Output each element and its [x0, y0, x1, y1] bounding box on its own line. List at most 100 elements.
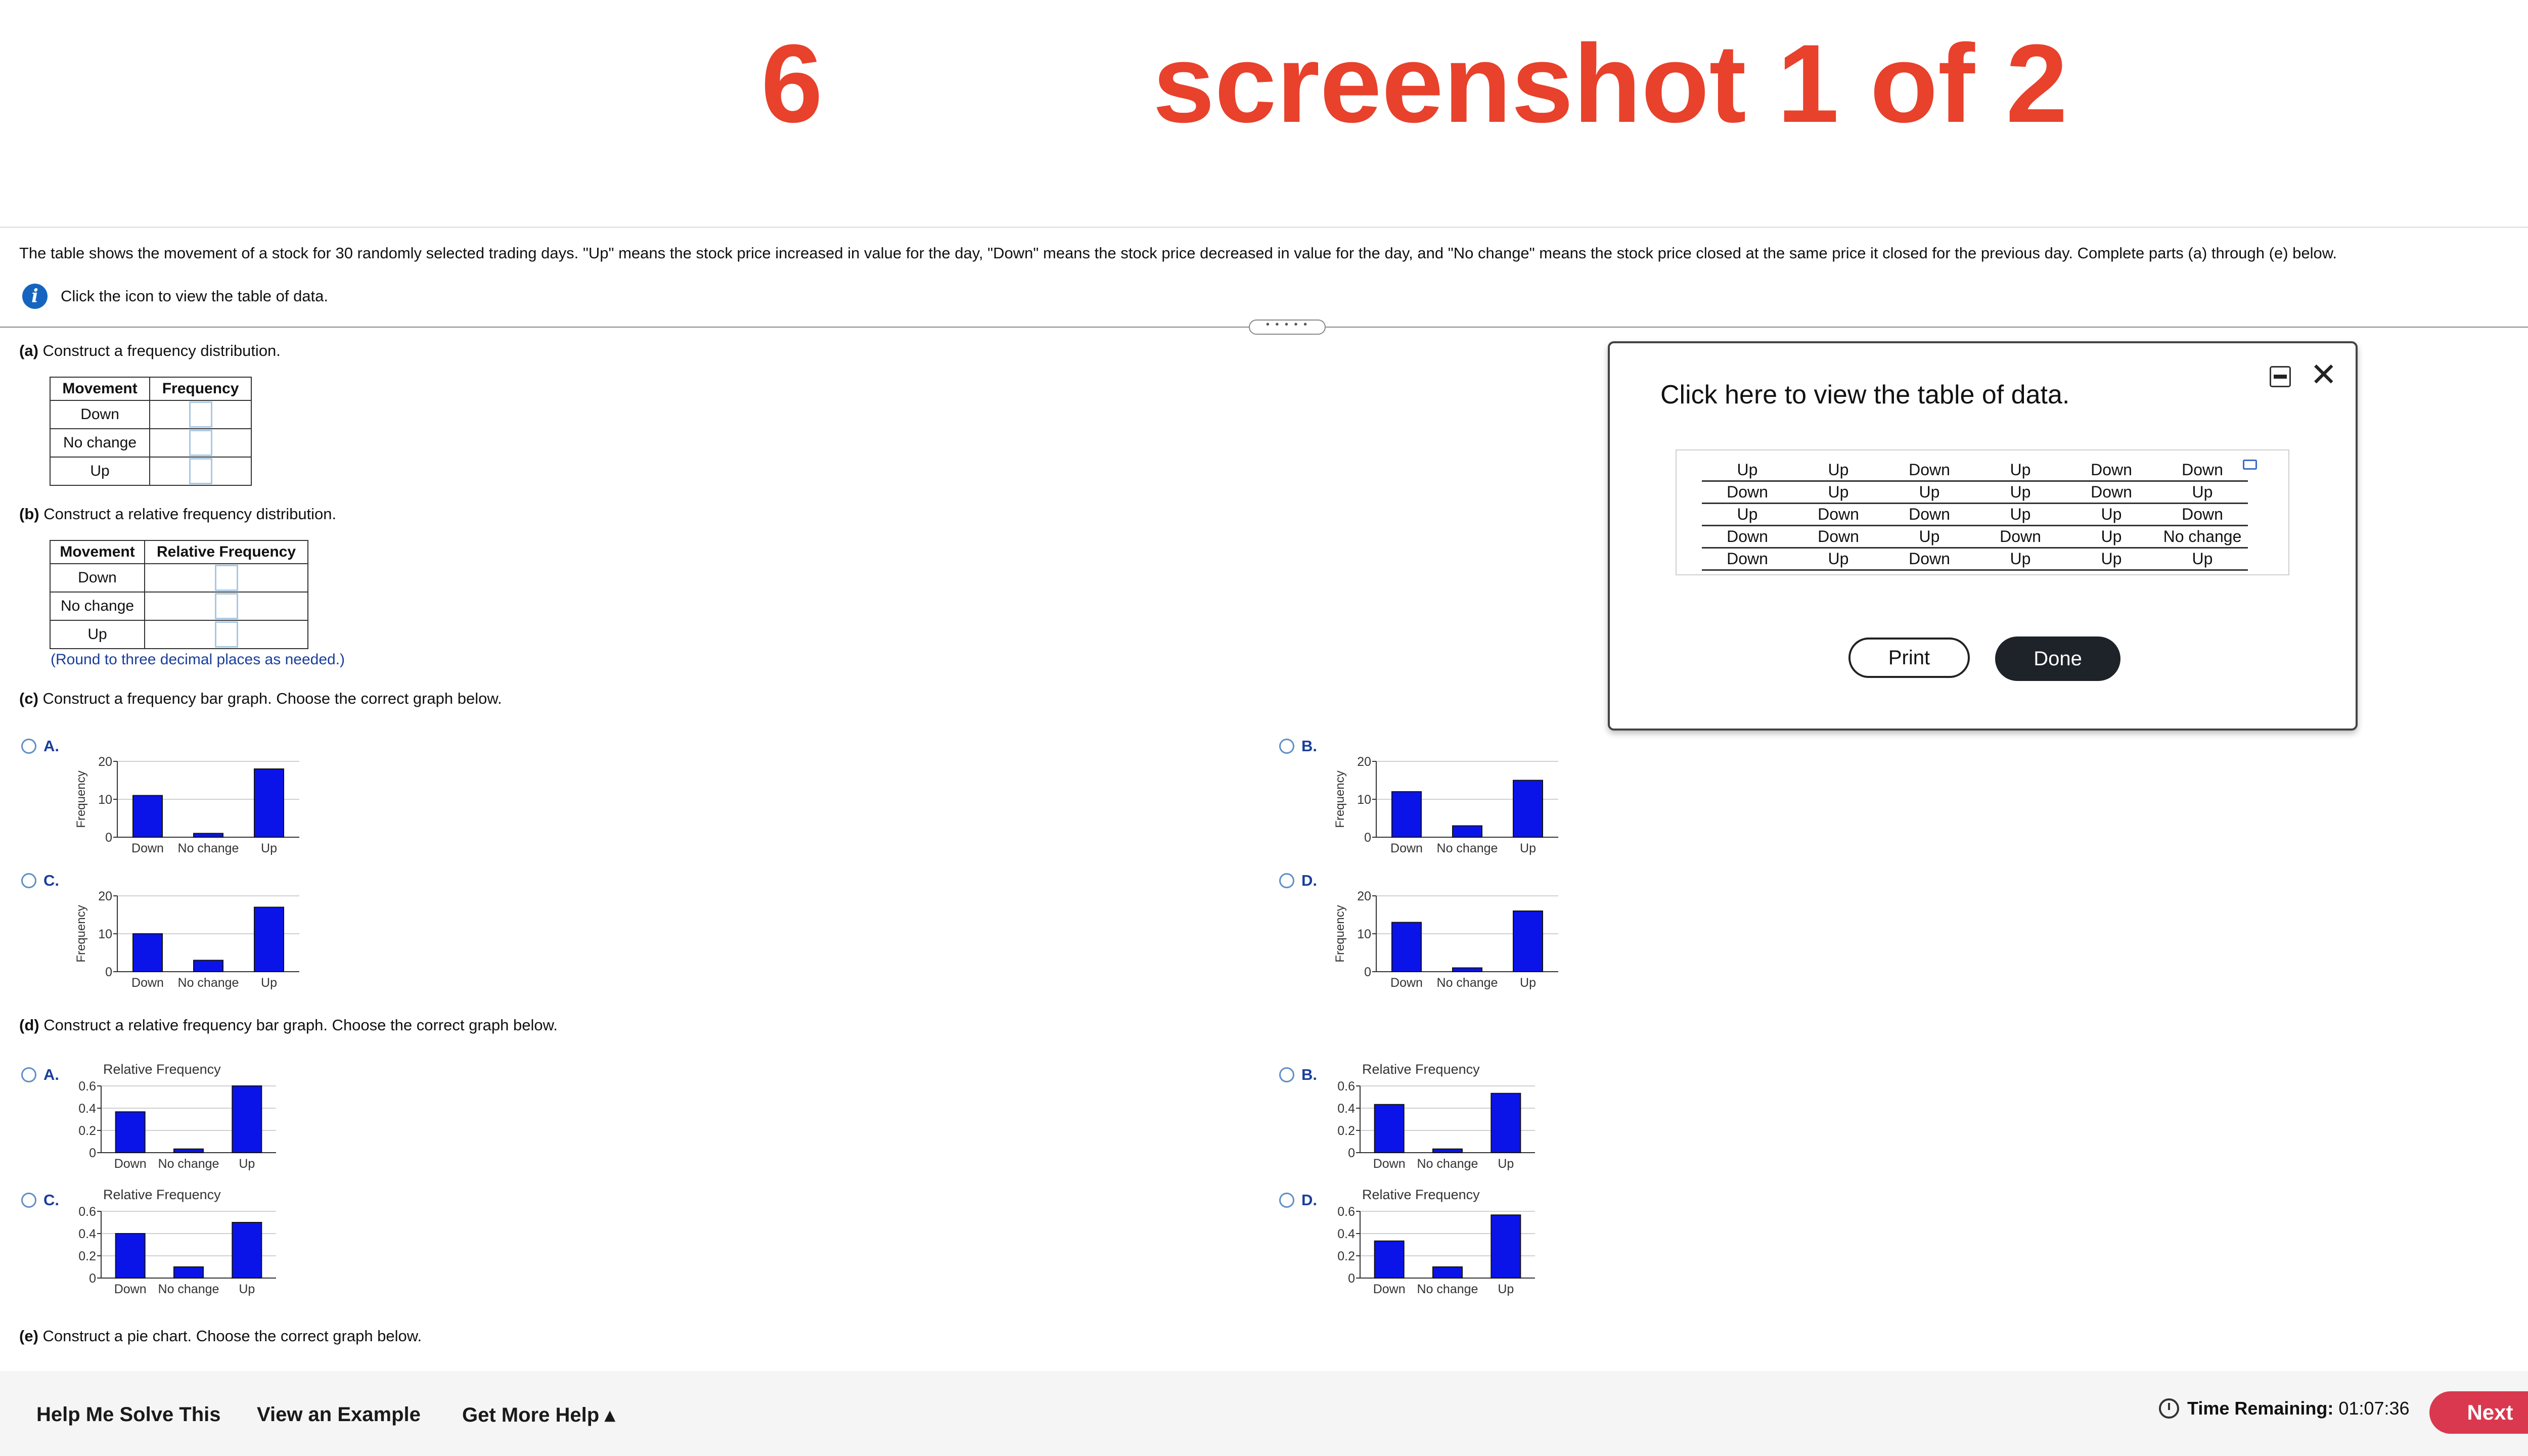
option-c-b[interactable]: B.: [1279, 737, 1317, 755]
info-text: Click the icon to view the table of data…: [61, 287, 329, 305]
frequency-up-input[interactable]: [189, 458, 212, 484]
y-tick-label: 0.6: [1337, 1079, 1355, 1094]
x-tick-label: Down: [1390, 841, 1423, 855]
frequency-bar-graph-b: Frequency 0 10 20 Down No change Up: [1333, 755, 1558, 855]
x-tick-label: Up: [239, 1282, 255, 1296]
print-button[interactable]: Print: [1848, 638, 1970, 678]
radio-button[interactable]: [21, 1067, 36, 1082]
part-a-heading: (a) Construct a frequency distribution.: [19, 342, 281, 360]
option-c-d[interactable]: D.: [1279, 872, 1317, 890]
row-label-down: Down: [49, 400, 151, 429]
y-tick-label: 0.6: [78, 1079, 96, 1094]
data-cell: Down: [1975, 525, 2066, 549]
option-d-a[interactable]: A.: [21, 1066, 59, 1084]
radio-button[interactable]: [1279, 739, 1294, 754]
y-tick-label: 0.2: [1337, 1249, 1355, 1263]
copy-icon[interactable]: [2243, 460, 2257, 470]
bar: [1513, 780, 1543, 838]
frequency-bar-graph-a: Frequency 0 10 20 Down No change Up: [74, 755, 299, 855]
bar: [1432, 1148, 1463, 1154]
y-tick-label: 10: [98, 927, 112, 941]
x-tick-label: No change: [1437, 976, 1498, 990]
frequency-bar-graph-d: Frequency 0 10 20 Down No change Up: [1333, 889, 1558, 990]
relative-frequency-bar-graph-d: Relative Frequency 0 0.2 0.4 0.6 Down No chang…: [1337, 1187, 1535, 1296]
y-tick-label: 10: [1357, 793, 1371, 807]
part-c-text: Construct a frequency bar graph. Choose …: [38, 690, 502, 707]
bar: [1491, 1093, 1521, 1154]
y-tick-label: 0: [1364, 831, 1371, 845]
data-cell: Up: [1975, 481, 2066, 504]
minimize-icon[interactable]: [2270, 366, 2291, 387]
x-tick-label: Up: [239, 1157, 255, 1171]
next-button[interactable]: Next: [2429, 1391, 2528, 1434]
relative-frequency-bar-graph-b: Relative Frequency 0 0.2 0.4 0.6 Down No chang…: [1337, 1062, 1535, 1171]
relative-frequency-no-change-input[interactable]: [214, 593, 238, 619]
data-cell: Up: [2157, 548, 2248, 571]
x-tick-label: No change: [178, 976, 239, 990]
time-remaining: Time Remaining: 01:07:36: [2159, 1398, 2410, 1419]
get-more-help-menu[interactable]: Get More Help ▴: [462, 1403, 615, 1427]
help-me-solve-this-link[interactable]: Help Me Solve This: [36, 1403, 221, 1426]
part-a-label: (a): [19, 342, 38, 359]
radio-button[interactable]: [21, 873, 36, 888]
radio-button[interactable]: [1279, 1193, 1294, 1208]
radio-button[interactable]: [21, 1193, 36, 1208]
chart-title: Relative Frequency: [1362, 1187, 1480, 1202]
x-tick-label: Down: [131, 976, 164, 990]
part-d-label: (d): [19, 1016, 39, 1034]
close-icon[interactable]: ✕: [2310, 358, 2337, 391]
x-tick-label: Down: [1373, 1157, 1406, 1171]
relative-frequency-bar-graph-a: Relative Frequency 0 0.2 0.4 0.6 Down No chang…: [78, 1062, 276, 1171]
radio-button[interactable]: [1279, 873, 1294, 888]
bar: [232, 1222, 262, 1279]
info-icon[interactable]: i: [22, 284, 48, 309]
relative-frequency-bar-graph-c: Relative Frequency 0 0.2 0.4 0.6 Down No chang…: [78, 1187, 276, 1296]
frequency-no-change-input[interactable]: [189, 430, 212, 456]
data-cell: Down: [2066, 460, 2157, 482]
data-cell: Up: [2157, 481, 2248, 504]
part-c-label: (c): [19, 690, 38, 707]
bar: [132, 795, 163, 838]
table-header: Relative Frequency: [144, 540, 308, 564]
x-tick-label: Up: [1498, 1282, 1514, 1296]
y-tick-label: 20: [1357, 755, 1371, 769]
part-d-heading: (d) Construct a relative frequency bar g…: [19, 1016, 558, 1034]
option-d-c[interactable]: C.: [21, 1191, 59, 1209]
relative-frequency-up-input[interactable]: [214, 621, 238, 648]
part-e-label: (e): [19, 1327, 38, 1345]
part-a-text: Construct a frequency distribution.: [38, 342, 281, 359]
question-prompt: The table shows the movement of a stock …: [19, 244, 2337, 262]
y-tick-label: 20: [98, 889, 112, 903]
pane-resize-handle[interactable]: • • • • •: [1249, 320, 1326, 335]
option-letter: B.: [1301, 737, 1317, 755]
data-table-link[interactable]: i Click the icon to view the table of da…: [22, 283, 328, 309]
option-letter: A.: [43, 737, 59, 755]
chart-title: Relative Frequency: [103, 1187, 221, 1202]
data-cell: Up: [2066, 503, 2157, 526]
y-tick-label: 10: [98, 793, 112, 807]
radio-button[interactable]: [1279, 1067, 1294, 1082]
part-d-text: Construct a relative frequency bar graph…: [39, 1016, 558, 1034]
option-d-d[interactable]: D.: [1279, 1191, 1317, 1209]
dialog-title: Click here to view the table of data.: [1660, 380, 2070, 410]
relative-frequency-down-input[interactable]: [214, 565, 238, 591]
x-tick-label: Up: [261, 976, 277, 990]
frequency-down-input[interactable]: [189, 401, 212, 428]
table-header: Movement: [49, 377, 151, 401]
part-e-text: Construct a pie chart. Choose the correc…: [38, 1327, 422, 1345]
y-tick-label: 0.6: [1337, 1205, 1355, 1219]
option-letter: A.: [43, 1066, 59, 1083]
data-cell: Up: [1793, 460, 1884, 482]
radio-button[interactable]: [21, 739, 36, 754]
option-c-a[interactable]: A.: [21, 737, 59, 755]
part-b-text: Construct a relative frequency distribut…: [39, 505, 337, 523]
data-cell: Up: [2066, 548, 2157, 571]
data-cell: Up: [2066, 525, 2157, 549]
option-d-b[interactable]: B.: [1279, 1066, 1317, 1084]
data-cell: Down: [1793, 525, 1884, 549]
data-cell: Up: [1975, 460, 2066, 482]
view-an-example-link[interactable]: View an Example: [257, 1403, 421, 1426]
done-button[interactable]: Done: [1995, 636, 2120, 681]
option-c-c[interactable]: C.: [21, 872, 59, 890]
y-tick-label: 0: [1364, 965, 1371, 979]
